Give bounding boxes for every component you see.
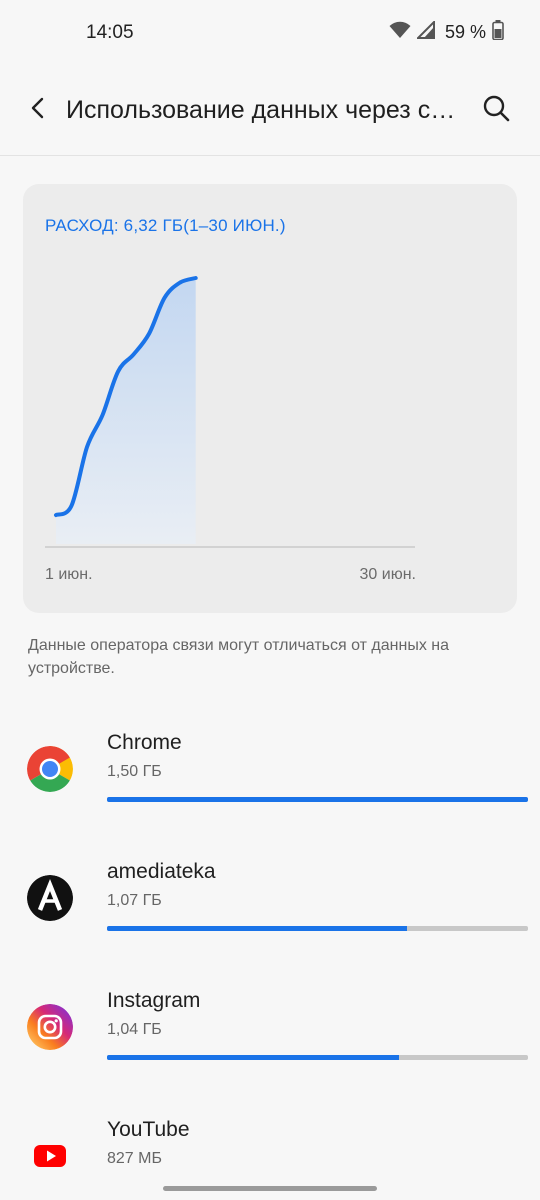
app-usage: 1,04 ГБ bbox=[107, 1021, 162, 1038]
instagram-icon bbox=[27, 1004, 73, 1050]
app-name: amediateka bbox=[107, 860, 216, 883]
usage-bar-fill bbox=[107, 926, 408, 931]
battery-icon bbox=[492, 20, 504, 45]
usage-bar-fill bbox=[107, 1055, 399, 1060]
usage-bar-fill bbox=[107, 797, 528, 802]
app-name: YouTube bbox=[107, 1118, 190, 1141]
back-button[interactable] bbox=[22, 94, 54, 126]
wifi-icon bbox=[389, 21, 411, 44]
app-item-amediateka[interactable]: amediateka 1,07 ГБ bbox=[0, 849, 540, 959]
app-name: Chrome bbox=[107, 731, 182, 754]
status-bar: 14:05 59 % bbox=[0, 0, 540, 70]
app-bar: Использование данных через с… bbox=[0, 70, 540, 156]
x-tick-label-end: 30 июн. bbox=[359, 566, 416, 583]
status-time: 14:05 bbox=[86, 22, 134, 43]
chrome-icon bbox=[27, 746, 73, 792]
home-gesture-bar[interactable] bbox=[163, 1186, 377, 1191]
usage-chart bbox=[45, 276, 415, 548]
usage-card[interactable]: РАСХОД: 6,32 ГБ(1–30 ИЮН.) 1 июн. 30 июн… bbox=[23, 184, 517, 613]
youtube-icon bbox=[27, 1133, 73, 1179]
app-usage: 827 МБ bbox=[107, 1150, 162, 1167]
usage-summary: РАСХОД: 6,32 ГБ(1–30 ИЮН.) bbox=[45, 216, 286, 235]
search-button[interactable] bbox=[478, 92, 514, 128]
usage-bar bbox=[107, 1055, 528, 1060]
usage-bar bbox=[107, 797, 528, 802]
app-usage: 1,07 ГБ bbox=[107, 892, 162, 909]
app-item-chrome[interactable]: Chrome 1,50 ГБ bbox=[0, 720, 540, 830]
usage-area bbox=[56, 278, 196, 544]
usage-bar bbox=[107, 926, 528, 931]
search-icon bbox=[482, 94, 510, 127]
amediateka-icon bbox=[27, 875, 73, 921]
x-tick-label-start: 1 июн. bbox=[45, 566, 93, 583]
data-usage-screen: 14:05 59 % Использование данных через с… bbox=[0, 0, 540, 1200]
back-arrow-icon bbox=[29, 97, 47, 124]
header-divider bbox=[0, 155, 540, 156]
battery-percent: 59 % bbox=[444, 22, 486, 42]
status-icons: 59 % bbox=[389, 19, 504, 45]
page-title: Использование данных через с… bbox=[66, 96, 456, 124]
app-item-instagram[interactable]: Instagram 1,04 ГБ bbox=[0, 978, 540, 1088]
cell-signal-icon bbox=[415, 19, 435, 44]
app-usage: 1,50 ГБ bbox=[107, 763, 162, 780]
carrier-note: Данные оператора связи могут отличаться … bbox=[28, 637, 450, 677]
app-name: Instagram bbox=[107, 989, 201, 1012]
